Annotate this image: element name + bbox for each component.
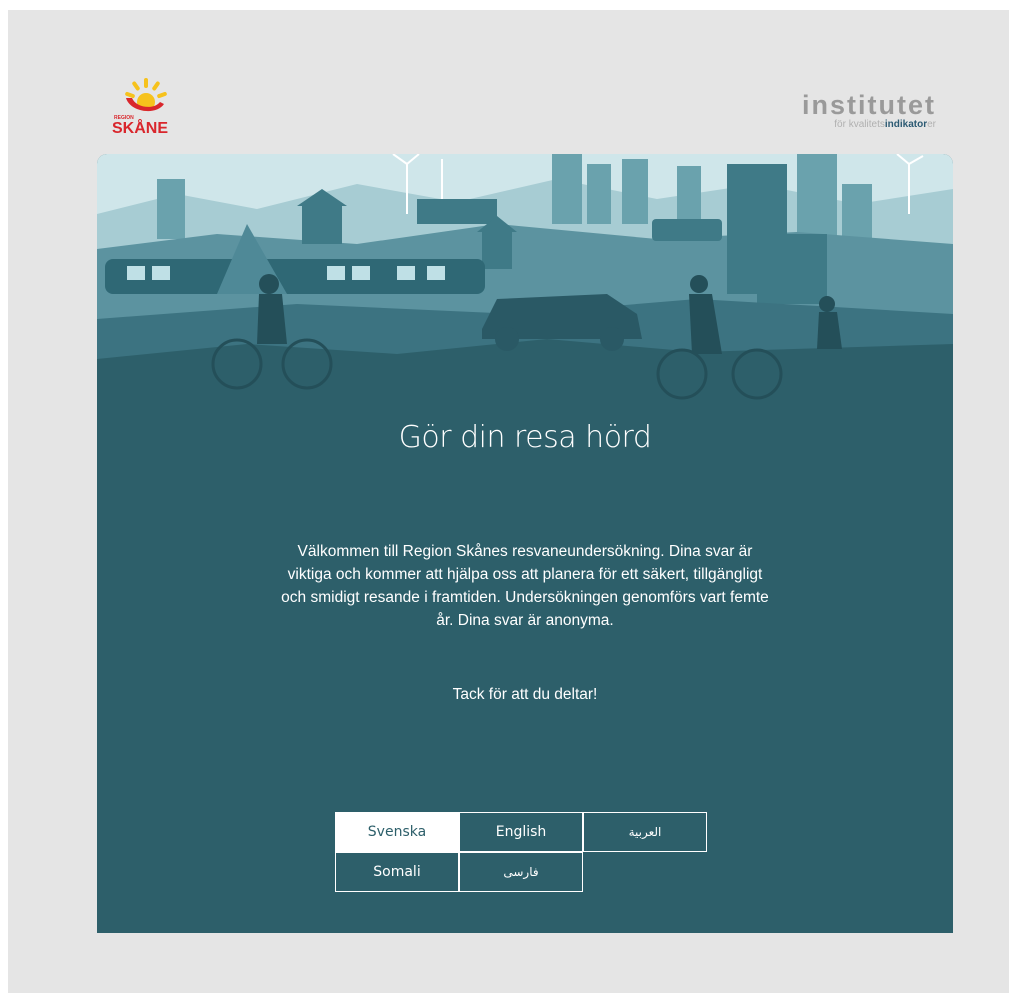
thanks-text: Tack för att du deltar!: [452, 686, 598, 703]
institutet-logo: institutet för kvalitetsindikatorer: [778, 92, 936, 131]
city-transport-illustration: [97, 154, 953, 404]
institutet-tagline: för kvalitetsindikatorer: [834, 119, 936, 130]
sun-icon: [125, 78, 167, 112]
institutet-wordmark: institutet: [802, 90, 936, 120]
page-background: REGION SKÅNE institutet för kvalitetsind…: [8, 10, 1009, 993]
language-selector: Svenska English العربية Somali فارسی: [335, 812, 707, 894]
region-skane-logo: REGION SKÅNE: [112, 78, 182, 142]
survey-card: Gör din resa hörd Välkommen till Region …: [97, 154, 953, 933]
language-button-farsi[interactable]: فارسی: [459, 852, 583, 892]
language-button-somali[interactable]: Somali: [335, 852, 459, 892]
page-title: Gör din resa hörd: [398, 420, 652, 455]
language-button-arabic[interactable]: العربية: [583, 812, 707, 852]
language-button-english[interactable]: English: [459, 812, 583, 852]
intro-text: Välkommen till Region Skånes resvaneunde…: [281, 543, 769, 629]
language-button-svenska[interactable]: Svenska: [335, 812, 459, 852]
skane-label: SKÅNE: [112, 120, 169, 137]
